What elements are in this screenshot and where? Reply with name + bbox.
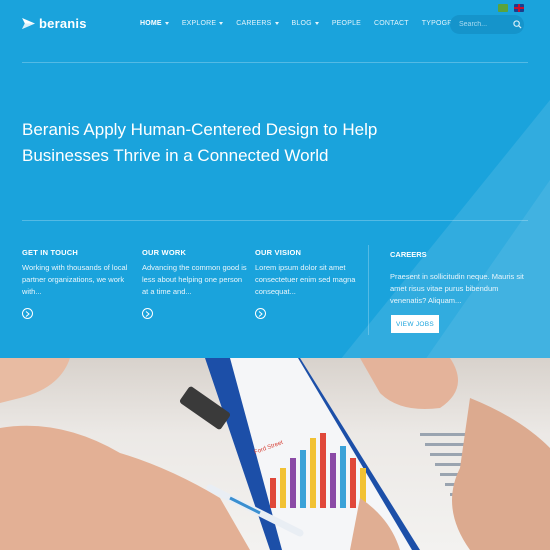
hero-photo: Ford Street (0, 358, 550, 550)
hero-section: beranis HOME EXPLORE CAREERS BLOG PEOPLE… (0, 0, 550, 358)
logo[interactable]: beranis (22, 16, 87, 31)
nav-label: EXPLORE (181, 20, 217, 27)
headline-line-1: Beranis Apply Human-Centered Design to H… (22, 120, 378, 139)
hand-top-left (0, 358, 70, 403)
nav-item-contact[interactable]: CONTACT (374, 20, 409, 27)
nav-label: CONTACT (374, 20, 409, 27)
nav-label: HOME (140, 20, 162, 27)
column-our-vision: OUR VISION Lorem ipsum dolor sit amet co… (255, 248, 363, 298)
divider (22, 62, 528, 63)
chevron-right-icon (145, 310, 150, 317)
column-title: OUR WORK (142, 248, 187, 257)
search-input[interactable] (459, 21, 511, 28)
brand-name: beranis (39, 16, 87, 31)
hand-top-right (360, 358, 458, 409)
column-get-in-touch: GET IN TOUCH Working with thousands of l… (22, 248, 130, 298)
paper-plane-icon (22, 18, 35, 29)
chevron-right-icon (25, 310, 30, 317)
nav-item-explore[interactable]: EXPLORE (181, 20, 224, 27)
divider (22, 220, 528, 221)
arrow-right-circle-icon[interactable] (22, 308, 33, 319)
hand-right (452, 398, 550, 550)
nav-label: CAREERS (236, 20, 272, 27)
english-flag-icon[interactable] (514, 4, 524, 12)
careers-title: CAREERS (390, 250, 427, 259)
language-switcher (498, 4, 524, 12)
column-text: Advancing the common good is less about … (142, 263, 247, 296)
headline-line-2: Businesses Thrive in a Connected World (22, 146, 329, 165)
main-nav: HOME EXPLORE CAREERS BLOG PEOPLE CONTACT… (140, 20, 492, 27)
nav-item-home[interactable]: HOME (140, 20, 169, 27)
caret-down-icon (164, 22, 169, 25)
hero-headline: Beranis Apply Human-Centered Design to H… (22, 117, 422, 169)
arabic-flag-icon[interactable] (498, 4, 508, 12)
careers-text: Praesent in sollicitudin neque. Mauris s… (390, 272, 524, 305)
column-title: GET IN TOUCH (22, 248, 79, 257)
vertical-divider (368, 245, 369, 335)
careers-panel: CAREERS Praesent in sollicitudin neque. … (390, 250, 525, 307)
view-jobs-button[interactable]: VIEW JOBS (391, 315, 439, 333)
caret-down-icon (274, 22, 279, 25)
caret-down-icon (219, 22, 224, 25)
column-text: Working with thousands of local partner … (22, 263, 128, 296)
business-chart-photo: Ford Street (0, 358, 550, 550)
chevron-right-icon (258, 310, 263, 317)
search-box (450, 15, 524, 34)
search-icon[interactable] (513, 20, 522, 29)
column-title: OUR VISION (255, 248, 302, 257)
nav-label: PEOPLE (331, 20, 362, 27)
nav-label: BLOG (291, 20, 312, 27)
column-text: Lorem ipsum dolor sit amet consectetuer … (255, 263, 356, 296)
nav-item-blog[interactable]: BLOG (292, 20, 319, 27)
arrow-right-circle-icon[interactable] (142, 308, 153, 319)
nav-item-careers[interactable]: CAREERS (236, 20, 279, 27)
column-our-work: OUR WORK Advancing the common good is le… (142, 248, 250, 298)
caret-down-icon (314, 22, 319, 25)
nav-item-people[interactable]: PEOPLE (332, 20, 361, 27)
arrow-right-circle-icon[interactable] (255, 308, 266, 319)
